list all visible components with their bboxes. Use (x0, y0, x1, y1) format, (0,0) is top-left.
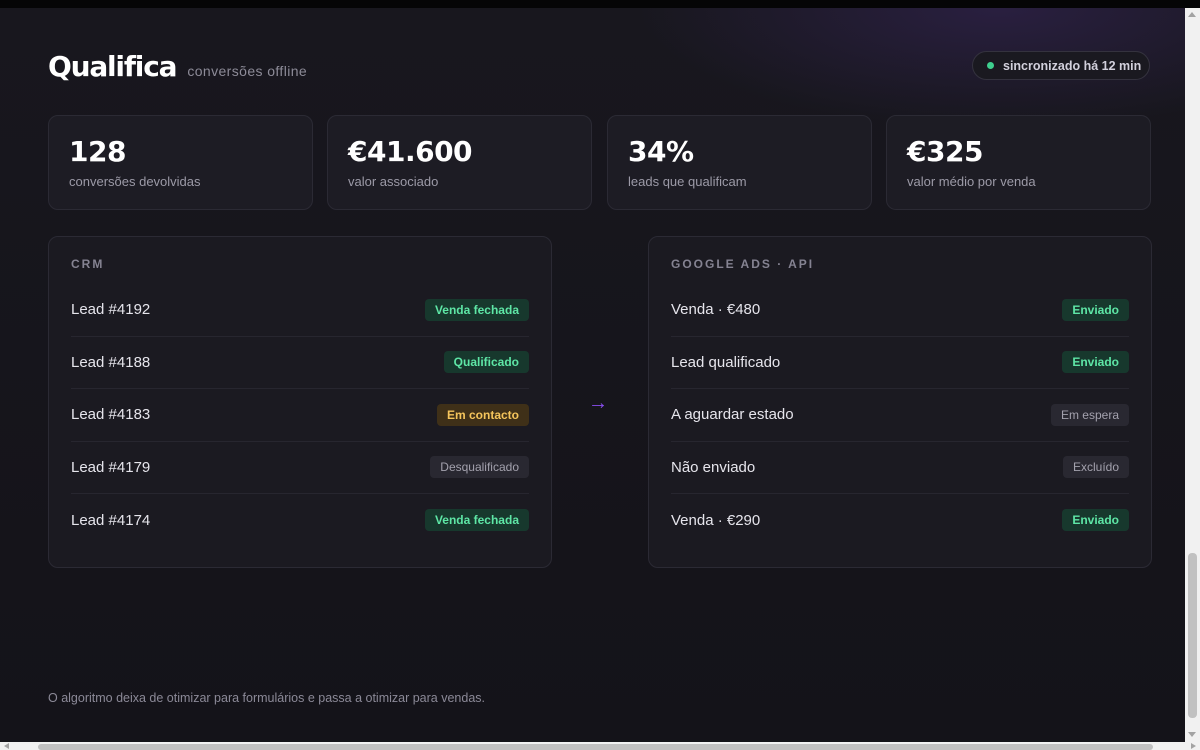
stat-label: valor associado (348, 174, 439, 189)
horizontal-scroll-thumb[interactable] (38, 744, 1153, 750)
status-badge: Em contacto (436, 403, 529, 426)
crm-row: Lead #4179 Desqualificado (71, 442, 529, 494)
scroll-right-arrow-icon[interactable] (1191, 743, 1196, 749)
scroll-left-arrow-icon[interactable] (4, 743, 9, 749)
sync-status-text: sincronizado há 12 min (1003, 58, 1142, 73)
stat-label: leads que qualificam (628, 174, 747, 189)
status-badge: Qualificado (443, 351, 529, 374)
ads-row: Lead qualificado Enviado (671, 337, 1129, 389)
panel-title: CRM (71, 257, 105, 271)
vertical-scroll-thumb[interactable] (1188, 553, 1197, 718)
conversion-label: Venda · €480 (671, 301, 761, 319)
google-ads-panel: GOOGLE ADS · API Venda · €480 Enviado Le… (648, 236, 1152, 568)
stat-value: 128 (69, 135, 126, 168)
lead-label: Lead #4183 (71, 406, 151, 424)
sync-status-badge: sincronizado há 12 min (972, 51, 1150, 80)
status-badge: Enviado (1062, 351, 1129, 374)
stat-card-conversions: 128 conversões devolvidas (48, 115, 313, 210)
crm-row: Lead #4183 Em contacto (71, 389, 529, 442)
status-dot-icon (987, 62, 994, 69)
lead-label: Lead #4192 (71, 301, 151, 319)
crm-row: Lead #4188 Qualificado (71, 337, 529, 389)
ads-row: A aguardar estado Em espera (671, 389, 1129, 442)
scroll-down-arrow-icon[interactable] (1188, 732, 1196, 737)
panel-title: GOOGLE ADS · API (671, 257, 815, 271)
app-logo: Qualifica (48, 50, 178, 83)
status-badge: Enviado (1062, 298, 1129, 321)
status-badge: Enviado (1062, 509, 1129, 532)
ads-row: Venda · €480 Enviado (671, 284, 1129, 337)
stat-card-value: €41.600 valor associado (327, 115, 592, 210)
brand: Qualifica conversões offline (48, 50, 307, 83)
stat-card-average-sale: €325 valor médio por venda (886, 115, 1151, 210)
window-top-edge (0, 0, 1200, 8)
stat-value: 34% (628, 135, 694, 168)
ads-row: Venda · €290 Enviado (671, 494, 1129, 547)
vertical-scrollbar[interactable] (1185, 8, 1200, 742)
stat-label: valor médio por venda (907, 174, 1036, 189)
lead-label: Lead #4174 (71, 511, 151, 529)
crm-row: Lead #4174 Venda fechada (71, 494, 529, 547)
status-badge: Excluído (1062, 456, 1129, 479)
horizontal-scrollbar[interactable] (0, 742, 1200, 750)
lead-label: Lead #4179 (71, 458, 151, 476)
app-subtitle: conversões offline (187, 63, 308, 79)
page-content: Qualifica conversões offline sincronizad… (0, 8, 1185, 742)
stat-card-qualify-rate: 34% leads que qualificam (607, 115, 872, 210)
stat-label: conversões devolvidas (69, 174, 201, 189)
flow-arrow-icon: → (588, 392, 608, 414)
stat-value: €41.600 (348, 135, 473, 168)
status-badge: Desqualificado (430, 456, 529, 479)
crm-row: Lead #4192 Venda fechada (71, 284, 529, 337)
conversion-label: A aguardar estado (671, 406, 794, 424)
status-badge: Em espera (1050, 403, 1129, 426)
stat-value: €325 (907, 135, 983, 168)
status-badge: Venda fechada (424, 298, 529, 321)
footer-note: O algoritmo deixa de otimizar para formu… (48, 691, 486, 705)
lead-label: Lead #4188 (71, 353, 151, 371)
conversion-label: Venda · €290 (671, 511, 761, 529)
ads-row: Não enviado Excluído (671, 442, 1129, 494)
crm-panel: CRM Lead #4192 Venda fechada Lead #4188 … (48, 236, 552, 568)
conversion-label: Não enviado (671, 458, 756, 476)
scroll-up-arrow-icon[interactable] (1188, 12, 1196, 17)
conversion-label: Lead qualificado (671, 353, 781, 371)
status-badge: Venda fechada (424, 509, 529, 532)
